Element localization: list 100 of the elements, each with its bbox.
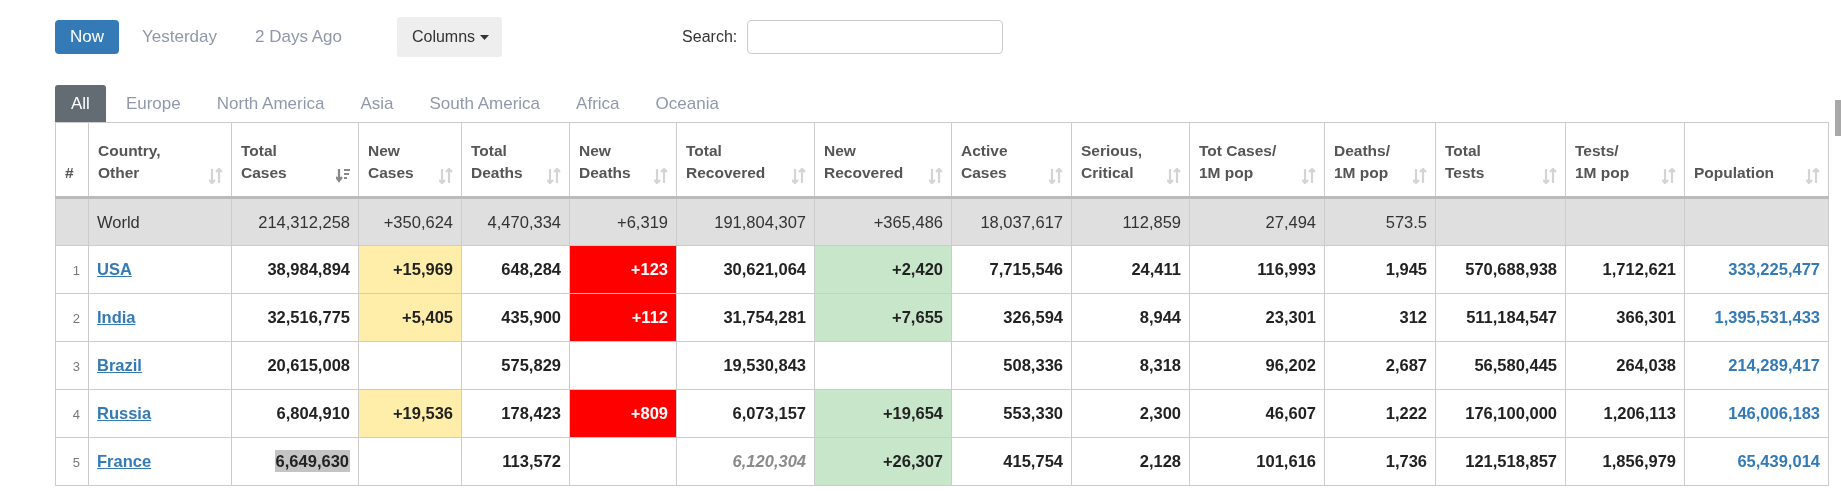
sort-icon[interactable]	[1662, 168, 1676, 184]
sort-icon[interactable]	[929, 168, 943, 184]
day-tab[interactable]: Yesterday	[127, 20, 232, 54]
cell-value: 570,688,938	[1465, 260, 1557, 278]
sort-icon[interactable]	[1543, 168, 1557, 184]
cell-value: 511,184,547	[1466, 308, 1557, 326]
cell-value: 1,712,621	[1602, 260, 1676, 278]
cell-value: +365,486	[873, 212, 943, 231]
search-label: Search:	[682, 28, 738, 46]
region-tab[interactable]: South America	[413, 85, 557, 122]
cell-value: 19,530,843	[723, 356, 806, 374]
region-tab[interactable]: Oceania	[639, 85, 735, 122]
day-tab[interactable]: Now	[55, 20, 119, 54]
cell-value: 56,580,445	[1474, 356, 1557, 374]
cell-value: 575,829	[501, 356, 561, 374]
cell-value: 23,301	[1265, 308, 1316, 326]
cell-value: 6,649,630	[274, 450, 350, 472]
cell-value: 553,330	[1003, 404, 1063, 422]
cell-value: 264,038	[1616, 356, 1676, 374]
region-tab[interactable]: North America	[200, 85, 341, 122]
cell-value: 326,594	[1003, 308, 1063, 326]
cell-value: +112	[631, 308, 668, 326]
country-link[interactable]: Brazil	[97, 356, 142, 374]
cell-value: 573.5	[1385, 212, 1427, 231]
rank-number: 1	[72, 262, 80, 278]
cell-value: 176,100,000	[1465, 404, 1557, 422]
cell-value: 2,687	[1385, 356, 1427, 374]
cell-value: 2,300	[1139, 404, 1181, 422]
sort-icon[interactable]	[1167, 168, 1181, 184]
cell-value: 113,572	[502, 452, 561, 470]
cell-value: 191,804,307	[714, 212, 806, 231]
cell-value: 214,312,258	[258, 212, 350, 231]
cell-value: +6,319	[617, 212, 668, 231]
country-link[interactable]: USA	[97, 260, 132, 278]
caret-icon	[480, 34, 490, 40]
cell-value: +19,536	[392, 404, 453, 422]
cell-value: 2,128	[1139, 452, 1181, 470]
cell-value: +7,655	[892, 308, 943, 326]
cell-value: 112,859	[1122, 212, 1181, 231]
rank-number: 4	[72, 406, 80, 422]
search-field[interactable]	[747, 20, 1004, 54]
cell-value: 1,856,979	[1602, 452, 1676, 470]
cell-value: 508,336	[1003, 356, 1063, 374]
region-tab[interactable]: All	[55, 85, 106, 122]
rank-number: 2	[72, 310, 80, 326]
cell-value: 8,944	[1139, 308, 1181, 326]
sort-icon[interactable]	[547, 168, 561, 184]
cell-value: 1,736	[1385, 452, 1427, 470]
cell-value: 116,993	[1257, 260, 1316, 278]
sort-icon[interactable]	[439, 168, 453, 184]
cell-value: 1,222	[1385, 404, 1427, 422]
cell-value: 30,621,064	[723, 260, 806, 278]
cell-value: 4,470,334	[487, 212, 561, 231]
cell-value: 6,804,910	[276, 404, 350, 422]
rank-number: 3	[72, 358, 80, 374]
country-link[interactable]: Russia	[97, 404, 152, 422]
sort-icon[interactable]	[1302, 168, 1316, 184]
region-tab[interactable]: Asia	[344, 85, 410, 122]
cell-value: 415,754	[1003, 452, 1063, 470]
cell-value: +15,969	[392, 260, 453, 278]
cell-value: +350,624	[383, 212, 453, 231]
cell-value: 6,120,304	[732, 452, 806, 470]
cell-value: 27,494	[1265, 212, 1316, 231]
country-link[interactable]: France	[97, 452, 152, 470]
cell-value: 8,318	[1139, 356, 1181, 374]
sort-icon[interactable]	[1413, 168, 1427, 184]
scrollbar-thumb[interactable]	[1835, 100, 1841, 136]
sort-icon[interactable]	[654, 168, 668, 184]
columns-button[interactable]: Columns	[396, 17, 503, 57]
cell-value: +19,654	[882, 404, 943, 422]
cell-value: 46,607	[1265, 404, 1316, 422]
sort-icon[interactable]	[792, 168, 806, 184]
cell-value: 20,615,008	[267, 356, 350, 374]
sort-icon[interactable]	[209, 168, 223, 184]
country-link[interactable]: India	[97, 308, 136, 326]
cell-value: 1,206,113	[1603, 404, 1676, 422]
cell-value: 18,037,617	[980, 212, 1063, 231]
cell-value: 312	[1399, 308, 1427, 326]
cell-value: 38,984,894	[267, 260, 350, 278]
cell-value: +26,307	[882, 452, 943, 470]
region-tab[interactable]: Africa	[560, 85, 636, 122]
cell-value: 101,616	[1256, 452, 1316, 470]
cell-value: 7,715,546	[989, 260, 1063, 278]
sort-icon[interactable]	[1806, 168, 1820, 184]
cell-value: 366,301	[1616, 308, 1676, 326]
cell-value: 24,411	[1131, 260, 1181, 278]
cell-value: 435,900	[501, 308, 561, 326]
country-name: World	[97, 212, 140, 231]
sort-icon[interactable]	[1049, 168, 1063, 184]
cell-value: 178,423	[501, 404, 561, 422]
day-tab[interactable]: 2 Days Ago	[240, 20, 357, 54]
rank-number: 5	[72, 454, 80, 470]
cell-value: 32,516,775	[267, 308, 350, 326]
region-tab[interactable]: Europe	[109, 85, 197, 122]
cell-value: 31,754,281	[723, 308, 806, 326]
cell-value: 1,945	[1385, 260, 1427, 278]
cell-value: +2,420	[892, 260, 943, 278]
sort-descending-icon[interactable]	[336, 168, 350, 184]
cell-value: 6,073,157	[732, 404, 806, 422]
cell-value: 96,202	[1265, 356, 1316, 374]
